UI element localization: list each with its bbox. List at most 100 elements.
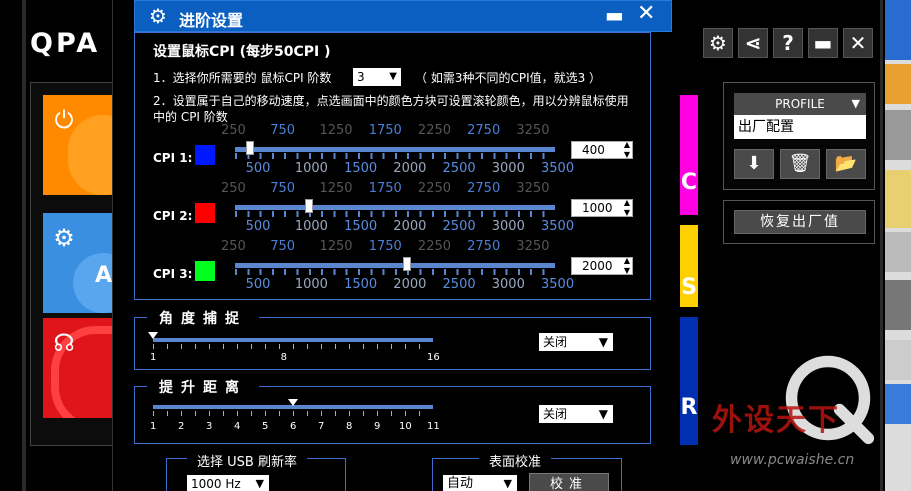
close-icon[interactable]: ✕ (843, 28, 873, 58)
cpi-scale-top-label: 250 (221, 239, 246, 254)
cpi-scale-bottom-label: 1500 (344, 161, 378, 176)
cpi-level-label: CPI 1: (153, 151, 193, 165)
cpi-scale-bottom-label: 1500 (344, 277, 378, 292)
cpi-scale-top-label: 1250 (319, 123, 353, 138)
cpi-scale-bottom-label: 2500 (442, 277, 476, 292)
tile-power[interactable]: ⏻ (43, 95, 113, 195)
cpi-scale-bottom-label: 3500 (541, 161, 575, 176)
slider-tick-label: 1 (150, 421, 157, 432)
cpi-slider-thumb[interactable] (304, 199, 313, 213)
angle-snap-panel: 角度捕捉 1 8 16 关闭 ▼ (134, 308, 651, 370)
cpi-scale-top-label: 1250 (319, 239, 353, 254)
cpi-slider-track[interactable] (235, 263, 555, 268)
cpi-scale-bottom-label: 3000 (491, 219, 525, 234)
slider-track[interactable] (153, 338, 433, 342)
profile-dropdown-header[interactable]: PROFILE ▼ (734, 93, 866, 115)
spinner-arrows-icon[interactable]: ▲ ▼ (624, 198, 630, 218)
folder-icon[interactable]: 📂 (826, 149, 866, 179)
wheel-color-swatch[interactable] (195, 145, 215, 165)
cpi-levels-value: 3 (357, 70, 365, 84)
slider-minor-ticks (153, 411, 433, 416)
cpi-scale-bottom-label: 3000 (491, 161, 525, 176)
tile-support[interactable]: ☊ (43, 318, 113, 418)
profile-panel: PROFILE ▼ 出厂配置 ⬇ 🗑 📂 (723, 82, 875, 190)
tile-settings[interactable]: ⚙ A (43, 213, 113, 313)
cpi-row: 250 750 1250 1750 2250 2750 3250 500 1000 1500 200… (135, 239, 652, 299)
spinner-arrows-icon[interactable]: ▲ ▼ (624, 256, 630, 276)
cpi-slider-track[interactable] (235, 205, 555, 210)
cpi-value: 2000 (582, 259, 613, 273)
chevron-down-icon: ▼ (503, 477, 512, 490)
angle-snap-select[interactable]: 关闭 ▼ (539, 333, 613, 351)
cpi-scale-top-label: 2750 (467, 181, 501, 196)
cpi-value-spinner[interactable]: 2000 ▲ ▼ (571, 256, 633, 276)
wheel-color-swatch[interactable] (195, 261, 215, 281)
slider-tick-label: 3 (206, 421, 213, 432)
cpi-slider-track[interactable] (235, 147, 555, 152)
wheel-color-swatch[interactable] (195, 203, 215, 223)
download-icon[interactable]: ⬇ (734, 149, 774, 179)
trash-icon[interactable]: 🗑 (780, 149, 820, 179)
cpi-value: 1000 (582, 201, 613, 215)
cpi-slider-ticks (235, 211, 555, 217)
gear-icon: ⚙ (53, 224, 75, 252)
help-icon[interactable]: ? (773, 28, 803, 58)
dropdown-arrow-icon: ▼ (851, 97, 860, 110)
cpi-scale-top-label: 750 (270, 239, 296, 254)
window-toolbar: ⚙ ⋖ ? ▬ ✕ (703, 28, 873, 58)
settings-gear-icon[interactable]: ⚙ (703, 28, 733, 58)
cpi-scale-bottom-label: 2000 (393, 219, 427, 234)
cpi-value-spinner[interactable]: 400 ▲ ▼ (571, 140, 633, 160)
cpi-scale-top-label: 3250 (516, 123, 550, 138)
cpi-scale-top-label: 750 (270, 123, 296, 138)
watermark-text: 外设天下 (712, 403, 840, 438)
close-button[interactable]: ✕ (637, 1, 655, 26)
slider-thumb[interactable] (148, 332, 158, 339)
usb-rate-select[interactable]: 1000 Hz ▼ (187, 475, 269, 491)
advanced-settings-dialog: ⚙ 进阶设置 ▬ ✕ 设置鼠标CPI (每步50CPI ) 1．选择你所需要的 … (112, 0, 672, 491)
profile-selected[interactable]: 出厂配置 (734, 115, 866, 139)
cpi-levels-select[interactable]: 3 ▼ (353, 68, 401, 86)
color-strip-blue (680, 317, 698, 445)
cpi-slider-ticks (235, 269, 555, 275)
surface-calibration-title: 表面校准 (479, 451, 552, 470)
cpi-scale-top-label: 2250 (417, 123, 452, 138)
lift-distance-select[interactable]: 关闭 ▼ (539, 405, 613, 423)
chevron-down-icon: ▼ (255, 477, 264, 490)
slider-tick-label: 8 (280, 352, 288, 363)
cpi-levels-instruction: 1．选择你所需要的 鼠标CPI 阶数 (153, 71, 332, 85)
strip-letter: S (681, 275, 697, 300)
cpi-scale-top-label: 1750 (368, 123, 402, 138)
cpi-slider-thumb[interactable] (245, 141, 254, 155)
cpi-row: 250 750 1250 1750 2250 2750 3250 500 1000 1500 200… (135, 181, 652, 241)
calibrate-button[interactable]: 校准 (529, 473, 609, 491)
slider-tick-label: 16 (427, 352, 440, 363)
spinner-arrows-icon[interactable]: ▲ ▼ (624, 140, 630, 160)
slider-thumb[interactable] (288, 399, 298, 406)
cpi-scale-top-label: 2250 (417, 239, 452, 254)
minimize-icon[interactable]: ▬ (808, 28, 838, 58)
minimize-button[interactable]: ▬ (605, 3, 624, 27)
window-frame-left (22, 0, 26, 491)
tile-letter: A (95, 263, 113, 288)
cpi-scale-bottom-label: 1000 (294, 219, 328, 234)
slider-tick-label: 10 (399, 421, 412, 432)
reset-defaults-button[interactable]: 恢复出厂值 (734, 210, 866, 234)
cpi-value-spinner[interactable]: 1000 ▲ ▼ (571, 198, 633, 218)
cpi-row: 250 750 1250 1750 2250 2750 3250 500 1000 1500 200… (135, 123, 652, 183)
surface-mode-select[interactable]: 自动 ▼ (443, 475, 517, 491)
cpi-scale-bottom-label: 2500 (442, 219, 476, 234)
desktop-tile (885, 232, 911, 272)
profile-header-label: PROFILE (775, 97, 825, 111)
cpi-slider-thumb[interactable] (403, 257, 412, 271)
cpi-scale-bottom-label: 3000 (491, 277, 525, 292)
angle-snap-title: 角度捕捉 (147, 308, 259, 328)
usb-rate-panel: 选择 USB 刷新率 1000 Hz ▼ (166, 451, 346, 491)
slider-tick-label: 6 (290, 421, 297, 432)
slider-tick-label: 1 (150, 352, 157, 363)
share-icon[interactable]: ⋖ (738, 28, 768, 58)
dialog-titlebar[interactable]: ⚙ 进阶设置 ▬ ✕ (134, 0, 672, 32)
watermark-url: www.pcwaishe.cn (730, 452, 855, 468)
strip-letter: R (680, 395, 698, 420)
cpi-scale-bottom-label: 2500 (442, 161, 476, 176)
